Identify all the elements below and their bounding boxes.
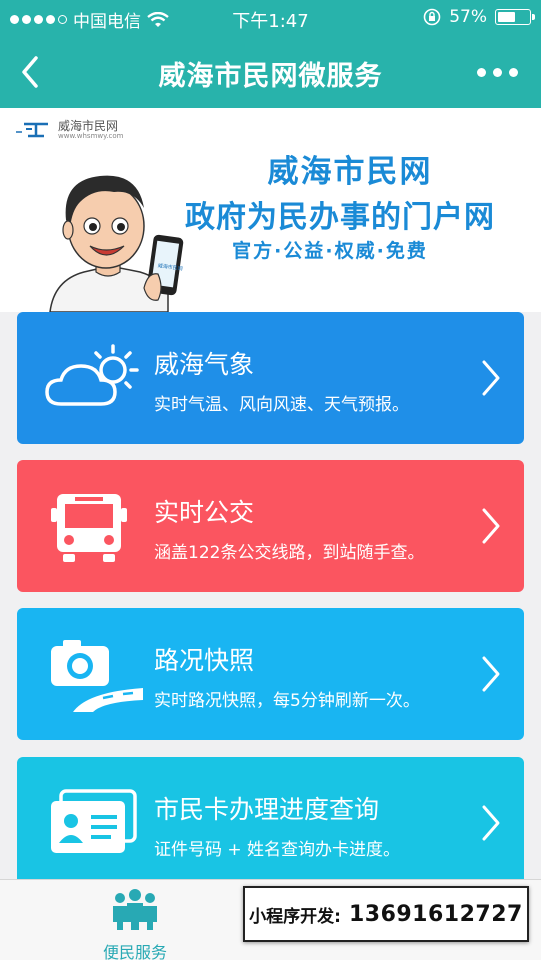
page-title: 威海市民网微服务 [158,61,383,92]
promo-banner: 小程序开发: 13691612727 [243,886,529,942]
banner-subtitle: 政府为民办事的门户网 [185,200,495,235]
status-bar: 中国电信 下午1:47 57% [0,0,541,36]
more-button[interactable] [477,60,523,84]
tab-convenience-services[interactable]: 便民服务 [0,880,270,960]
service-card-traffic[interactable]: 路况快照 实时路况快照，每5分钟刷新一次。 [17,608,524,740]
banner: 威海市民网 www.whsmwy.com 威海市民网 威海市民网 政府为民办事的… [0,108,541,312]
more-dots-icon [477,67,486,77]
rotation-lock-icon [423,8,441,26]
promo-phone: 13691612727 [348,901,523,927]
service-title: 实时公交 [154,498,255,527]
promo-label: 小程序开发: [249,906,341,927]
mascot-illustration: 威海市民网 [49,175,184,312]
chevron-right-icon [482,360,500,396]
logo-mark-icon [16,122,48,138]
camera-road-icon [51,640,143,712]
battery-percent: 57% [449,7,487,27]
chevron-right-icon [482,805,500,841]
chevron-right-icon [482,508,500,544]
tab-label: 便民服务 [102,943,167,960]
service-desc: 实时气温、风向风速、天气预报。 [154,395,409,415]
chevron-right-icon [482,656,500,692]
weather-cloud-sun-icon [45,344,139,406]
service-card-bus[interactable]: 实时公交 涵盖122条公交线路，到站随手查。 [17,460,524,592]
service-desc: 实时路况快照，每5分钟刷新一次。 [154,691,420,711]
battery-icon [495,9,535,25]
bus-icon [51,494,127,562]
logo-url: www.whsmwy.com [58,132,124,140]
service-title: 市民卡办理进度查询 [154,795,380,824]
service-title: 威海气象 [154,350,255,379]
service-title: 路况快照 [154,646,255,675]
service-desc: 涵盖122条公交线路，到站随手查。 [154,543,425,563]
id-card-icon [51,789,137,853]
site-logo: 威海市民网 www.whsmwy.com [14,120,123,140]
service-card-citizen-card[interactable]: 市民卡办理进度查询 证件号码 + 姓名查询办卡进度。 [17,757,524,879]
nav-bar: 威海市民网微服务 [0,36,541,108]
banner-tagline: 官方·公益·权威·免费 [232,240,428,262]
logo-name: 威海市民网 [58,119,119,133]
banner-title: 威海市民网 [267,154,433,190]
service-desc: 证件号码 + 姓名查询办卡进度。 [154,840,401,860]
service-card-weather[interactable]: 威海气象 实时气温、风向风速、天气预报。 [17,312,524,444]
top-bar: 中国电信 下午1:47 57% 威海市民网微服务 [0,0,541,108]
people-icon [113,889,157,930]
